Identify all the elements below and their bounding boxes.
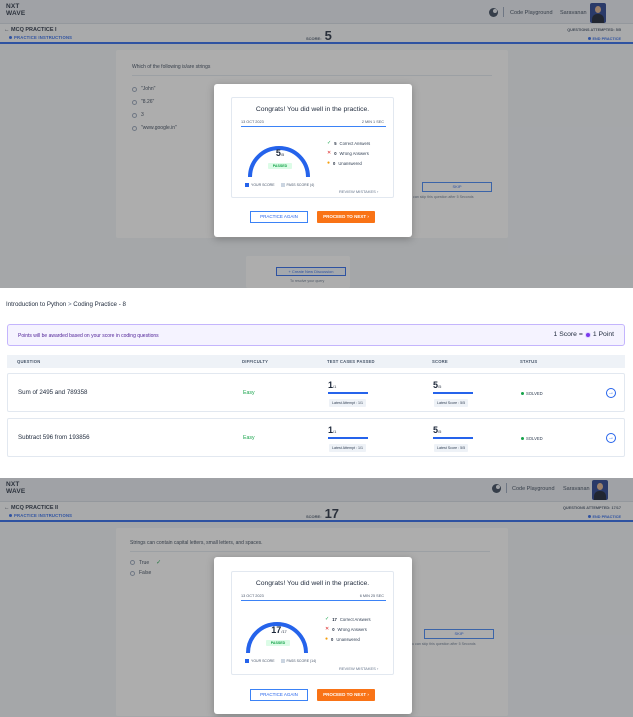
breadcrumb-practice: Coding Practice - 8: [73, 301, 126, 308]
pass-score-swatch: [280, 183, 285, 187]
points-info-text: Points will be awarded based on your sco…: [18, 333, 159, 339]
result-modal: Congrats! You did well in the practice. …: [214, 557, 412, 714]
pass-score-swatch: [280, 659, 285, 663]
gauge-score: 5/5: [265, 148, 295, 158]
status-badge: SOLVED: [521, 391, 543, 396]
open-question-arrow-icon[interactable]: →: [606, 388, 616, 398]
practice-again-button[interactable]: PRACTICE AGAIN: [250, 689, 308, 701]
review-mistakes-link[interactable]: REVIEW MISTAKES ›: [339, 189, 378, 194]
status-dot-icon: [521, 392, 524, 395]
stat-correct: ✓ 5 Correct Answers: [327, 140, 371, 146]
header-score: SCORE: [432, 359, 448, 364]
header-status: STATUS: [520, 359, 538, 364]
chevron-right-icon: ›: [367, 214, 369, 219]
your-score-swatch: [245, 659, 249, 663]
proceed-to-next-button[interactable]: PROCEED TO NEXT ›: [317, 689, 375, 701]
gauge-legend: YOUR SCORE PASS SCORE (4): [245, 183, 314, 187]
chevron-right-icon: ›: [367, 692, 369, 697]
test-cases-passed: 1/1: [328, 380, 337, 390]
breadcrumb: Introduction to Python > Coding Practice…: [6, 301, 126, 308]
header-question: QUESTION: [17, 359, 41, 364]
table-header: QUESTION DIFFICULTY TEST CASES PASSED SC…: [7, 355, 625, 368]
latest-score-pill: Latest Score : 5/5: [434, 399, 469, 407]
breadcrumb-course[interactable]: Introduction to Python: [6, 301, 66, 308]
result-summary: Congrats! You did well in the practice. …: [231, 97, 394, 198]
congrats-title: Congrats! You did well in the practice.: [255, 580, 370, 587]
summary-divider: [241, 126, 386, 127]
latest-attempt-pill: Latest Attempt : 1/1: [329, 444, 366, 452]
header-test-cases: TEST CASES PASSED: [327, 359, 375, 364]
result-date: 13 OCT 2023: [241, 594, 264, 598]
result-time: 6 MIN 25 SEC: [359, 594, 384, 598]
score-bar: [433, 392, 473, 394]
congrats-title: Congrats! You did well in the practice.: [255, 106, 370, 113]
passed-badge: PASSED: [268, 163, 292, 169]
test-cases-passed: 1/1: [328, 425, 337, 435]
mcq-practice-2-screen: NXT WAVE Code Playground Saravanan ← MCQ …: [0, 478, 633, 717]
gauge-score-total: /17: [281, 629, 287, 634]
stat-wrong: ✕ 0 Wrong Answers: [325, 626, 367, 632]
result-summary: Congrats! You did well in the practice. …: [231, 571, 394, 675]
cross-icon: ✕: [327, 150, 332, 156]
summary-divider: [241, 600, 386, 601]
practice-again-button[interactable]: PRACTICE AGAIN: [250, 211, 308, 223]
proceed-to-next-button[interactable]: PROCEED TO NEXT ›: [317, 211, 375, 223]
points-banner: Points will be awarded based on your sco…: [7, 324, 625, 346]
your-score-swatch: [245, 183, 249, 187]
chevron-right-icon: ›: [376, 189, 379, 194]
result-date: 13 OCT 2023: [241, 120, 264, 124]
review-mistakes-link[interactable]: REVIEW MISTAKES ›: [339, 666, 378, 671]
stat-correct: ✓ 17 Correct Answers: [325, 616, 371, 622]
passed-badge: PASSED: [266, 640, 290, 646]
gauge-score: 17/17: [260, 625, 298, 635]
stat-wrong: ✕ 0 Wrong Answers: [327, 150, 369, 156]
difficulty: Easy: [243, 435, 255, 441]
latest-score-pill: Latest Score : 5/5: [434, 444, 469, 452]
latest-attempt-pill: Latest Attempt : 1/1: [329, 399, 366, 407]
gauge-score-total: /5: [280, 152, 285, 157]
stat-unanswered: ● 0 Unanswered: [327, 160, 362, 166]
dot-icon: ●: [327, 160, 331, 166]
gauge-legend: YOUR SCORE PASS SCORE (14): [245, 659, 316, 663]
score-value: 5/5: [433, 425, 442, 435]
table-row[interactable]: Subtract 596 from 193856 Easy 1/1 Latest…: [7, 418, 625, 457]
check-icon: ✓: [327, 140, 332, 146]
cross-icon: ✕: [325, 626, 330, 632]
result-modal: Congrats! You did well in the practice. …: [214, 84, 412, 237]
mcq-practice-1-screen: NXT WAVE Code Playground Saravanan ← MCQ …: [0, 0, 633, 288]
score-value: 5/5: [433, 380, 442, 390]
chevron-right-icon: ›: [376, 666, 379, 671]
difficulty: Easy: [243, 390, 255, 396]
dot-icon: ●: [325, 636, 329, 642]
gauge-score-value: 17: [271, 625, 282, 635]
question-name[interactable]: Sum of 2495 and 789358: [18, 389, 88, 396]
coin-icon: [584, 331, 591, 338]
header-difficulty: DIFFICULTY: [242, 359, 269, 364]
open-question-arrow-icon[interactable]: →: [606, 433, 616, 443]
question-name[interactable]: Subtract 596 from 193856: [18, 434, 90, 441]
status-dot-icon: [521, 437, 524, 440]
test-cases-bar: [328, 437, 368, 439]
score-to-point-ratio: 1 Score = 1 Point: [553, 331, 614, 338]
score-bar: [433, 437, 473, 439]
result-time: 2 MIN 1 SEC: [361, 120, 384, 124]
table-row[interactable]: Sum of 2495 and 789358 Easy 1/1 Latest A…: [7, 373, 625, 412]
status-badge: SOLVED: [521, 436, 543, 441]
breadcrumb-separator: >: [67, 301, 72, 308]
test-cases-bar: [328, 392, 368, 394]
check-icon: ✓: [325, 616, 330, 622]
stat-unanswered: ● 0 Unanswered: [325, 636, 360, 642]
